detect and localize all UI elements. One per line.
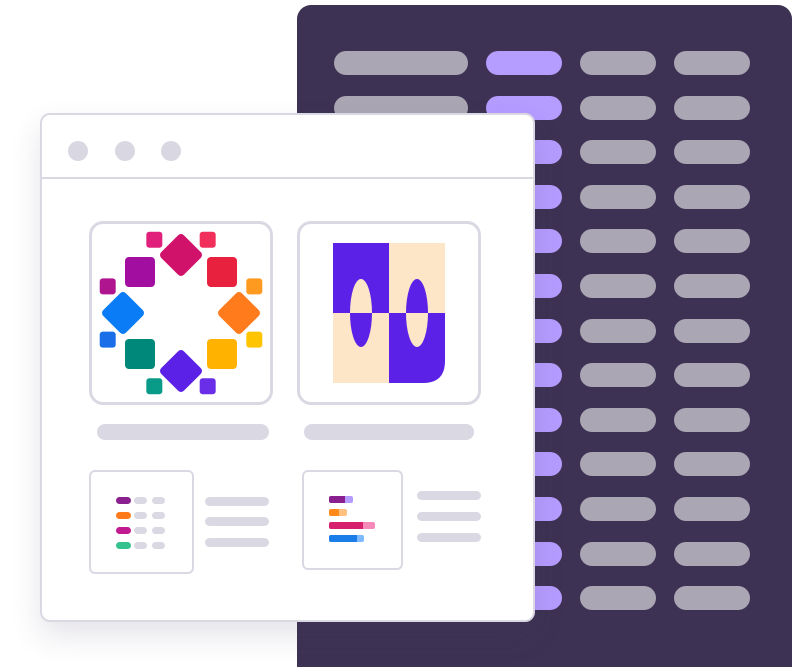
logo-card-petal[interactable]	[297, 221, 481, 405]
flower-logo-icon	[99, 231, 263, 395]
table-cell-placeholder	[674, 363, 750, 388]
list-thumbnail[interactable]	[89, 470, 194, 574]
table-cell-placeholder	[580, 140, 656, 165]
card-caption-placeholder	[97, 424, 269, 440]
table-cell-placeholder	[580, 407, 656, 432]
text-line-placeholder	[417, 533, 481, 542]
petal-pattern-icon	[333, 243, 445, 383]
card-caption-placeholder	[304, 424, 474, 440]
table-cell-placeholder	[674, 95, 750, 120]
table-cell-placeholder	[674, 274, 750, 298]
table-cell-placeholder	[674, 318, 750, 343]
window-dot-icon	[68, 141, 88, 161]
table-cell-placeholder	[580, 229, 656, 254]
table-cell-placeholder	[674, 229, 750, 254]
table-cell-placeholder	[674, 407, 750, 432]
text-line-placeholder	[205, 538, 269, 547]
table-cell-placeholder	[334, 51, 468, 75]
table-cell-placeholder	[580, 274, 656, 298]
table-cell-placeholder	[580, 452, 656, 477]
table-cell-placeholder	[674, 452, 750, 477]
table-cell-placeholder	[674, 497, 750, 521]
text-line-placeholder	[417, 491, 481, 500]
table-cell-placeholder	[486, 51, 562, 75]
table-cell-placeholder	[580, 318, 656, 343]
window-dot-icon	[161, 141, 181, 161]
window-dot-icon	[115, 141, 135, 161]
logo-card-color-wheel[interactable]	[89, 221, 273, 405]
table-cell-placeholder	[674, 184, 750, 209]
window-titlebar	[42, 115, 533, 179]
table-cell-placeholder	[580, 541, 656, 566]
table-cell-placeholder	[580, 95, 656, 120]
text-line-placeholder	[205, 517, 269, 526]
table-cell-placeholder	[674, 51, 750, 75]
text-line-placeholder	[205, 497, 269, 506]
table-cell-placeholder	[580, 363, 656, 388]
text-line-placeholder	[417, 512, 481, 521]
table-cell-placeholder	[674, 586, 750, 611]
table-cell-placeholder	[580, 586, 656, 611]
table-cell-placeholder	[674, 541, 750, 566]
browser-window	[40, 113, 535, 622]
table-cell-placeholder	[674, 140, 750, 165]
bar-chart-thumbnail[interactable]	[302, 470, 403, 570]
table-cell-placeholder	[580, 497, 656, 521]
table-cell-placeholder	[580, 51, 656, 75]
table-cell-placeholder	[580, 184, 656, 209]
